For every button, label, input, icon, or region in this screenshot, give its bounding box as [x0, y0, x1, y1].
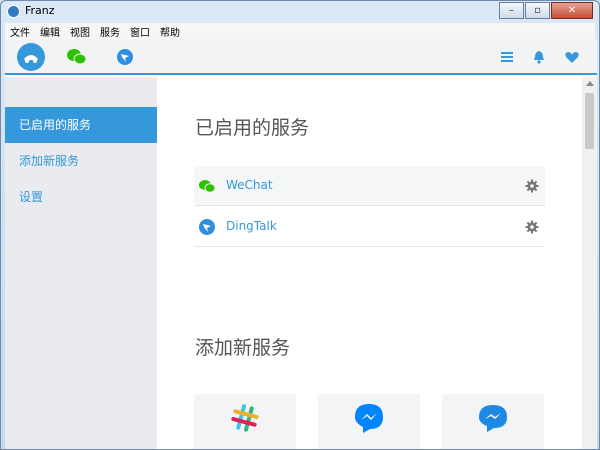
service-card-slack[interactable]: [194, 394, 296, 449]
wechat-icon: [67, 49, 87, 65]
tab-wechat[interactable]: [63, 43, 91, 71]
gear-icon[interactable]: [525, 220, 539, 234]
heart-icon[interactable]: [564, 49, 580, 65]
menu-services[interactable]: 服务: [95, 24, 125, 39]
gear-icon[interactable]: [525, 179, 539, 193]
tab-dingtalk[interactable]: [111, 43, 139, 71]
settings-sidebar: 已启用的服务 添加新服务 设置: [5, 77, 157, 449]
service-card-messenger-alt[interactable]: [442, 394, 544, 449]
menu-edit[interactable]: 编辑: [35, 24, 65, 39]
minimize-button[interactable]: –: [499, 2, 524, 19]
menu-icon[interactable]: [499, 49, 515, 65]
client-area: 已启用的服务 添加新服务 设置 已启用的服务 WeChat DingTalk 添…: [5, 39, 597, 449]
service-card-messenger[interactable]: [318, 394, 420, 449]
menu-bar: 文件 编辑 视图 服务 窗口 帮助: [5, 23, 595, 39]
main-content: 已启用的服务 WeChat DingTalk 添加新服务: [157, 77, 582, 449]
tab-franz[interactable]: [17, 43, 45, 71]
title-bar: Franz – ▫ ✕: [1, 1, 599, 22]
service-tab-bar: [5, 39, 597, 75]
menu-window[interactable]: 窗口: [125, 24, 155, 39]
messenger-alt-icon: [479, 405, 507, 432]
menu-file[interactable]: 文件: [5, 24, 35, 39]
service-name: WeChat: [226, 178, 273, 192]
menu-view[interactable]: 视图: [65, 24, 95, 39]
service-name: DingTalk: [226, 219, 277, 233]
dingtalk-icon: [199, 219, 215, 235]
sidebar-item-enabled-services[interactable]: 已启用的服务: [5, 107, 157, 143]
enabled-services-title: 已启用的服务: [195, 117, 310, 139]
messenger-icon: [355, 404, 383, 433]
window-title: Franz: [25, 4, 55, 17]
app-window: Franz – ▫ ✕ 文件 编辑 视图 服务 窗口 帮助 已启用的服务 添加新…: [0, 0, 600, 450]
menu-help[interactable]: 帮助: [155, 24, 185, 39]
service-row-dingtalk[interactable]: DingTalk: [194, 207, 545, 247]
sidebar-item-settings[interactable]: 设置: [5, 179, 157, 215]
vertical-scrollbar[interactable]: [582, 77, 597, 449]
scroll-up-arrow-icon[interactable]: [586, 81, 594, 86]
slack-icon: [231, 404, 259, 432]
service-row-wechat[interactable]: WeChat: [194, 166, 545, 206]
dingtalk-icon: [117, 49, 133, 65]
close-button[interactable]: ✕: [551, 2, 593, 19]
scroll-thumb[interactable]: [585, 93, 594, 149]
bell-icon[interactable]: [531, 49, 547, 65]
window-controls: – ▫ ✕: [498, 2, 593, 19]
sidebar-item-add-service[interactable]: 添加新服务: [5, 143, 157, 179]
franz-app-icon: [7, 5, 20, 18]
wechat-icon: [199, 180, 216, 193]
add-service-title: 添加新服务: [195, 337, 291, 359]
maximize-button[interactable]: ▫: [525, 2, 550, 19]
franz-logo-icon: [24, 55, 38, 63]
